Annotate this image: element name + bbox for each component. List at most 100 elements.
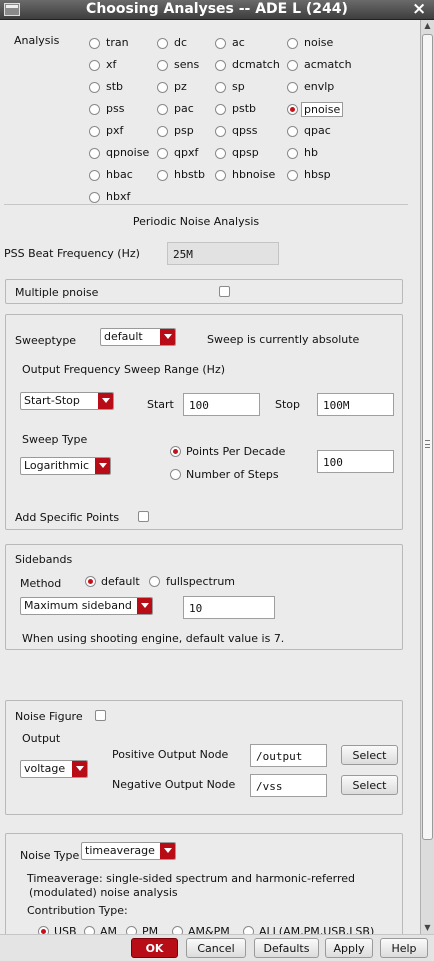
analysis-label-qpss[interactable]: qpss	[232, 124, 257, 137]
analysis-radio-ac[interactable]	[215, 38, 226, 49]
analysis-label-pnoise[interactable]: pnoise	[301, 102, 344, 117]
points-field[interactable]: 100	[317, 450, 394, 473]
analysis-radio-qpxf[interactable]	[157, 148, 168, 159]
analysis-label-qpsp[interactable]: qpsp	[232, 146, 259, 159]
number-of-steps-radio[interactable]	[170, 469, 181, 480]
analysis-label-envlp[interactable]: envlp	[304, 80, 334, 93]
contribution-radio-0[interactable]	[38, 926, 49, 934]
analysis-label-qpnoise[interactable]: qpnoise	[106, 146, 149, 159]
analysis-label-xf[interactable]: xf	[106, 58, 116, 71]
analysis-label-pz[interactable]: pz	[174, 80, 187, 93]
analysis-radio-envlp[interactable]	[287, 82, 298, 93]
analysis-radio-pstb[interactable]	[215, 104, 226, 115]
positive-node-select-button[interactable]: Select	[341, 745, 398, 765]
max-sideband-field[interactable]: 10	[183, 596, 275, 619]
chevron-down-icon	[98, 393, 113, 409]
analysis-label-hbac[interactable]: hbac	[106, 168, 133, 181]
method-default-radio[interactable]	[85, 576, 96, 587]
pss-beat-label: PSS Beat Frequency (Hz)	[4, 247, 140, 260]
analysis-label-qpxf[interactable]: qpxf	[174, 146, 198, 159]
multiple-pnoise-checkbox[interactable]	[219, 286, 230, 297]
scroll-down-icon[interactable]: ▼	[421, 922, 434, 934]
analysis-radio-qpsp[interactable]	[215, 148, 226, 159]
analysis-radio-noise[interactable]	[287, 38, 298, 49]
noise-type-dropdown[interactable]: timeaverage	[81, 842, 176, 860]
analysis-radio-hbstb[interactable]	[157, 170, 168, 181]
analysis-label-noise[interactable]: noise	[304, 36, 333, 49]
method-default-label: default	[101, 575, 140, 588]
contribution-radio-4[interactable]	[243, 926, 254, 934]
analysis-label-hbstb[interactable]: hbstb	[174, 168, 205, 181]
analysis-radio-hb[interactable]	[287, 148, 298, 159]
analysis-radio-hbsp[interactable]	[287, 170, 298, 181]
analysis-radio-tran[interactable]	[89, 38, 100, 49]
ok-button[interactable]: OK	[131, 938, 178, 958]
analysis-label-psp[interactable]: psp	[174, 124, 194, 137]
max-sideband-dropdown[interactable]: Maximum sideband	[20, 597, 153, 615]
analysis-label-pss[interactable]: pss	[106, 102, 124, 115]
analysis-label-dcmatch[interactable]: dcmatch	[232, 58, 280, 71]
points-per-decade-radio[interactable]	[170, 446, 181, 457]
analysis-radio-qpac[interactable]	[287, 126, 298, 137]
analysis-radio-stb[interactable]	[89, 82, 100, 93]
defaults-button[interactable]: Defaults	[254, 938, 319, 958]
analysis-radio-acmatch[interactable]	[287, 60, 298, 71]
vertical-scrollbar[interactable]: ▲ ▼	[420, 20, 434, 934]
analysis-radio-hbac[interactable]	[89, 170, 100, 181]
output-dropdown[interactable]: voltage	[20, 760, 88, 778]
scroll-up-icon[interactable]: ▲	[421, 20, 434, 32]
contribution-radio-2[interactable]	[126, 926, 137, 934]
analysis-label-stb[interactable]: stb	[106, 80, 123, 93]
analysis-label-hbsp[interactable]: hbsp	[304, 168, 331, 181]
analysis-radio-pxf[interactable]	[89, 126, 100, 137]
noise-figure-label: Noise Figure	[15, 710, 83, 723]
pss-beat-frequency-field[interactable]: 25M	[167, 242, 279, 265]
analysis-label-pac[interactable]: pac	[174, 102, 194, 115]
negative-node-select-button[interactable]: Select	[341, 775, 398, 795]
analysis-label-sens[interactable]: sens	[174, 58, 199, 71]
analysis-label-tran[interactable]: tran	[106, 36, 129, 49]
analysis-label-dc[interactable]: dc	[174, 36, 187, 49]
positive-node-field[interactable]: /output	[250, 744, 327, 767]
analysis-radio-hbnoise[interactable]	[215, 170, 226, 181]
analysis-radio-sp[interactable]	[215, 82, 226, 93]
analysis-label-ac[interactable]: ac	[232, 36, 245, 49]
close-icon[interactable]: ×	[412, 0, 426, 19]
analysis-label-hbnoise[interactable]: hbnoise	[232, 168, 275, 181]
sweeptype-dropdown[interactable]: default	[100, 328, 176, 346]
sweep-range-dropdown[interactable]: Start-Stop	[20, 392, 114, 410]
analysis-radio-psp[interactable]	[157, 126, 168, 137]
analysis-label-hb[interactable]: hb	[304, 146, 318, 159]
stop-field[interactable]: 100M	[317, 393, 394, 416]
start-field[interactable]: 100	[183, 393, 260, 416]
analysis-radio-pz[interactable]	[157, 82, 168, 93]
apply-button[interactable]: Apply	[325, 938, 373, 958]
analysis-radio-sens[interactable]	[157, 60, 168, 71]
analysis-label-pxf[interactable]: pxf	[106, 124, 123, 137]
help-button[interactable]: Help	[380, 938, 428, 958]
analysis-radio-hbxf[interactable]	[89, 192, 100, 203]
analysis-label-hbxf[interactable]: hbxf	[106, 190, 130, 203]
negative-node-field[interactable]: /vss	[250, 774, 327, 797]
analysis-label-acmatch[interactable]: acmatch	[304, 58, 352, 71]
analysis-radio-pss[interactable]	[89, 104, 100, 115]
scrollbar-thumb[interactable]	[422, 34, 433, 840]
specific-points-checkbox[interactable]	[138, 511, 149, 522]
analysis-label-pstb[interactable]: pstb	[232, 102, 256, 115]
analysis-label-qpac[interactable]: qpac	[304, 124, 331, 137]
cancel-button[interactable]: Cancel	[186, 938, 246, 958]
analysis-radio-dc[interactable]	[157, 38, 168, 49]
contribution-radio-3[interactable]	[172, 926, 183, 934]
analysis-label-sp[interactable]: sp	[232, 80, 245, 93]
sidebands-title: Sidebands	[15, 553, 73, 566]
analysis-radio-xf[interactable]	[89, 60, 100, 71]
analysis-radio-qpss[interactable]	[215, 126, 226, 137]
sweep-type-dropdown[interactable]: Logarithmic	[20, 457, 111, 475]
analysis-radio-qpnoise[interactable]	[89, 148, 100, 159]
analysis-radio-pac[interactable]	[157, 104, 168, 115]
analysis-radio-pnoise[interactable]	[287, 104, 298, 115]
noise-figure-checkbox[interactable]	[95, 710, 106, 721]
method-fullspectrum-radio[interactable]	[149, 576, 160, 587]
contribution-radio-1[interactable]	[84, 926, 95, 934]
analysis-radio-dcmatch[interactable]	[215, 60, 226, 71]
